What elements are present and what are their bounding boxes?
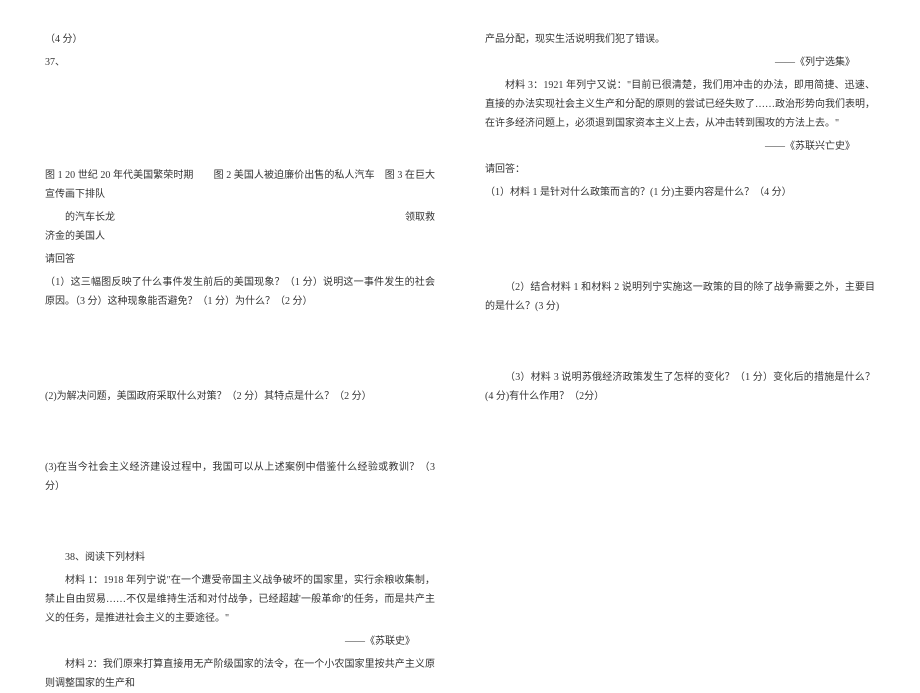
material-1-source: ——《苏联史》 bbox=[45, 632, 435, 651]
figure-captions-line2: 的汽车长龙 领取救济金的美国人 bbox=[45, 208, 435, 246]
figure-captions-line1: 图 1 20 世纪 20 年代美国繁荣时期 图 2 美国人被迫廉价出售的私人汽车… bbox=[45, 166, 435, 204]
r-question-1: （1）材料 1 是针对什么政策而言的？(1 分)主要内容是什么？（4 分） bbox=[485, 183, 875, 202]
right-column: 产品分配，现实生活说明我们犯了错误。 ——《列宁选集》 材料 3：1921 年列… bbox=[460, 30, 900, 607]
r-question-2: （2）结合材料 1 和材料 2 说明列宁实施这一政策的目的除了战争需要之外，主要… bbox=[485, 278, 875, 316]
score-line: （4 分） bbox=[45, 30, 435, 49]
image-placeholder-gap bbox=[45, 76, 435, 166]
left-column: （4 分） 37、 图 1 20 世纪 20 年代美国繁荣时期 图 2 美国人被… bbox=[20, 30, 460, 607]
answer-label-right: 请回答： bbox=[485, 160, 875, 179]
gap1 bbox=[45, 315, 435, 387]
material-2: 材料 2：我们原来打算直接用无产阶级国家的法令，在一个小农国家里按共产主义原则调… bbox=[45, 655, 435, 693]
q37-number: 37、 bbox=[45, 53, 435, 72]
answer-label-left: 请回答 bbox=[45, 250, 435, 269]
r-question-3: （3）材料 3 说明苏俄经济政策发生了怎样的变化？（1 分）变化后的措施是什么？… bbox=[485, 368, 875, 406]
material-1: 材料 1：1918 年列宁说"在一个遭受帝国主义战争破坏的国家里，实行余粮收集制… bbox=[45, 571, 435, 628]
material-2-cont: 产品分配，现实生活说明我们犯了错误。 bbox=[485, 30, 875, 49]
material-3-source: ——《苏联兴亡史》 bbox=[485, 137, 875, 156]
material-2-source: ——《列宁选集》 bbox=[485, 53, 875, 72]
material-3: 材料 3：1921 年列宁又说："目前已很清楚，我们用冲击的办法，即用简捷、迅速… bbox=[485, 76, 875, 133]
q38-number: 38、阅读下列材料 bbox=[45, 548, 435, 567]
gap4 bbox=[485, 206, 875, 278]
gap3 bbox=[45, 500, 435, 548]
gap5 bbox=[485, 320, 875, 368]
q37-part3: (3)在当今社会主义经济建设过程中，我国可以从上述案例中借鉴什么经验或教训？（3… bbox=[45, 458, 435, 496]
gap2 bbox=[45, 410, 435, 458]
q37-part1: （1）这三幅图反映了什么事件发生前后的美国现象？（1 分）说明这一事件发生的社会… bbox=[45, 273, 435, 311]
q37-part2: (2)为解决问题，美国政府采取什么对策？（2 分）其特点是什么？（2 分） bbox=[45, 387, 435, 406]
